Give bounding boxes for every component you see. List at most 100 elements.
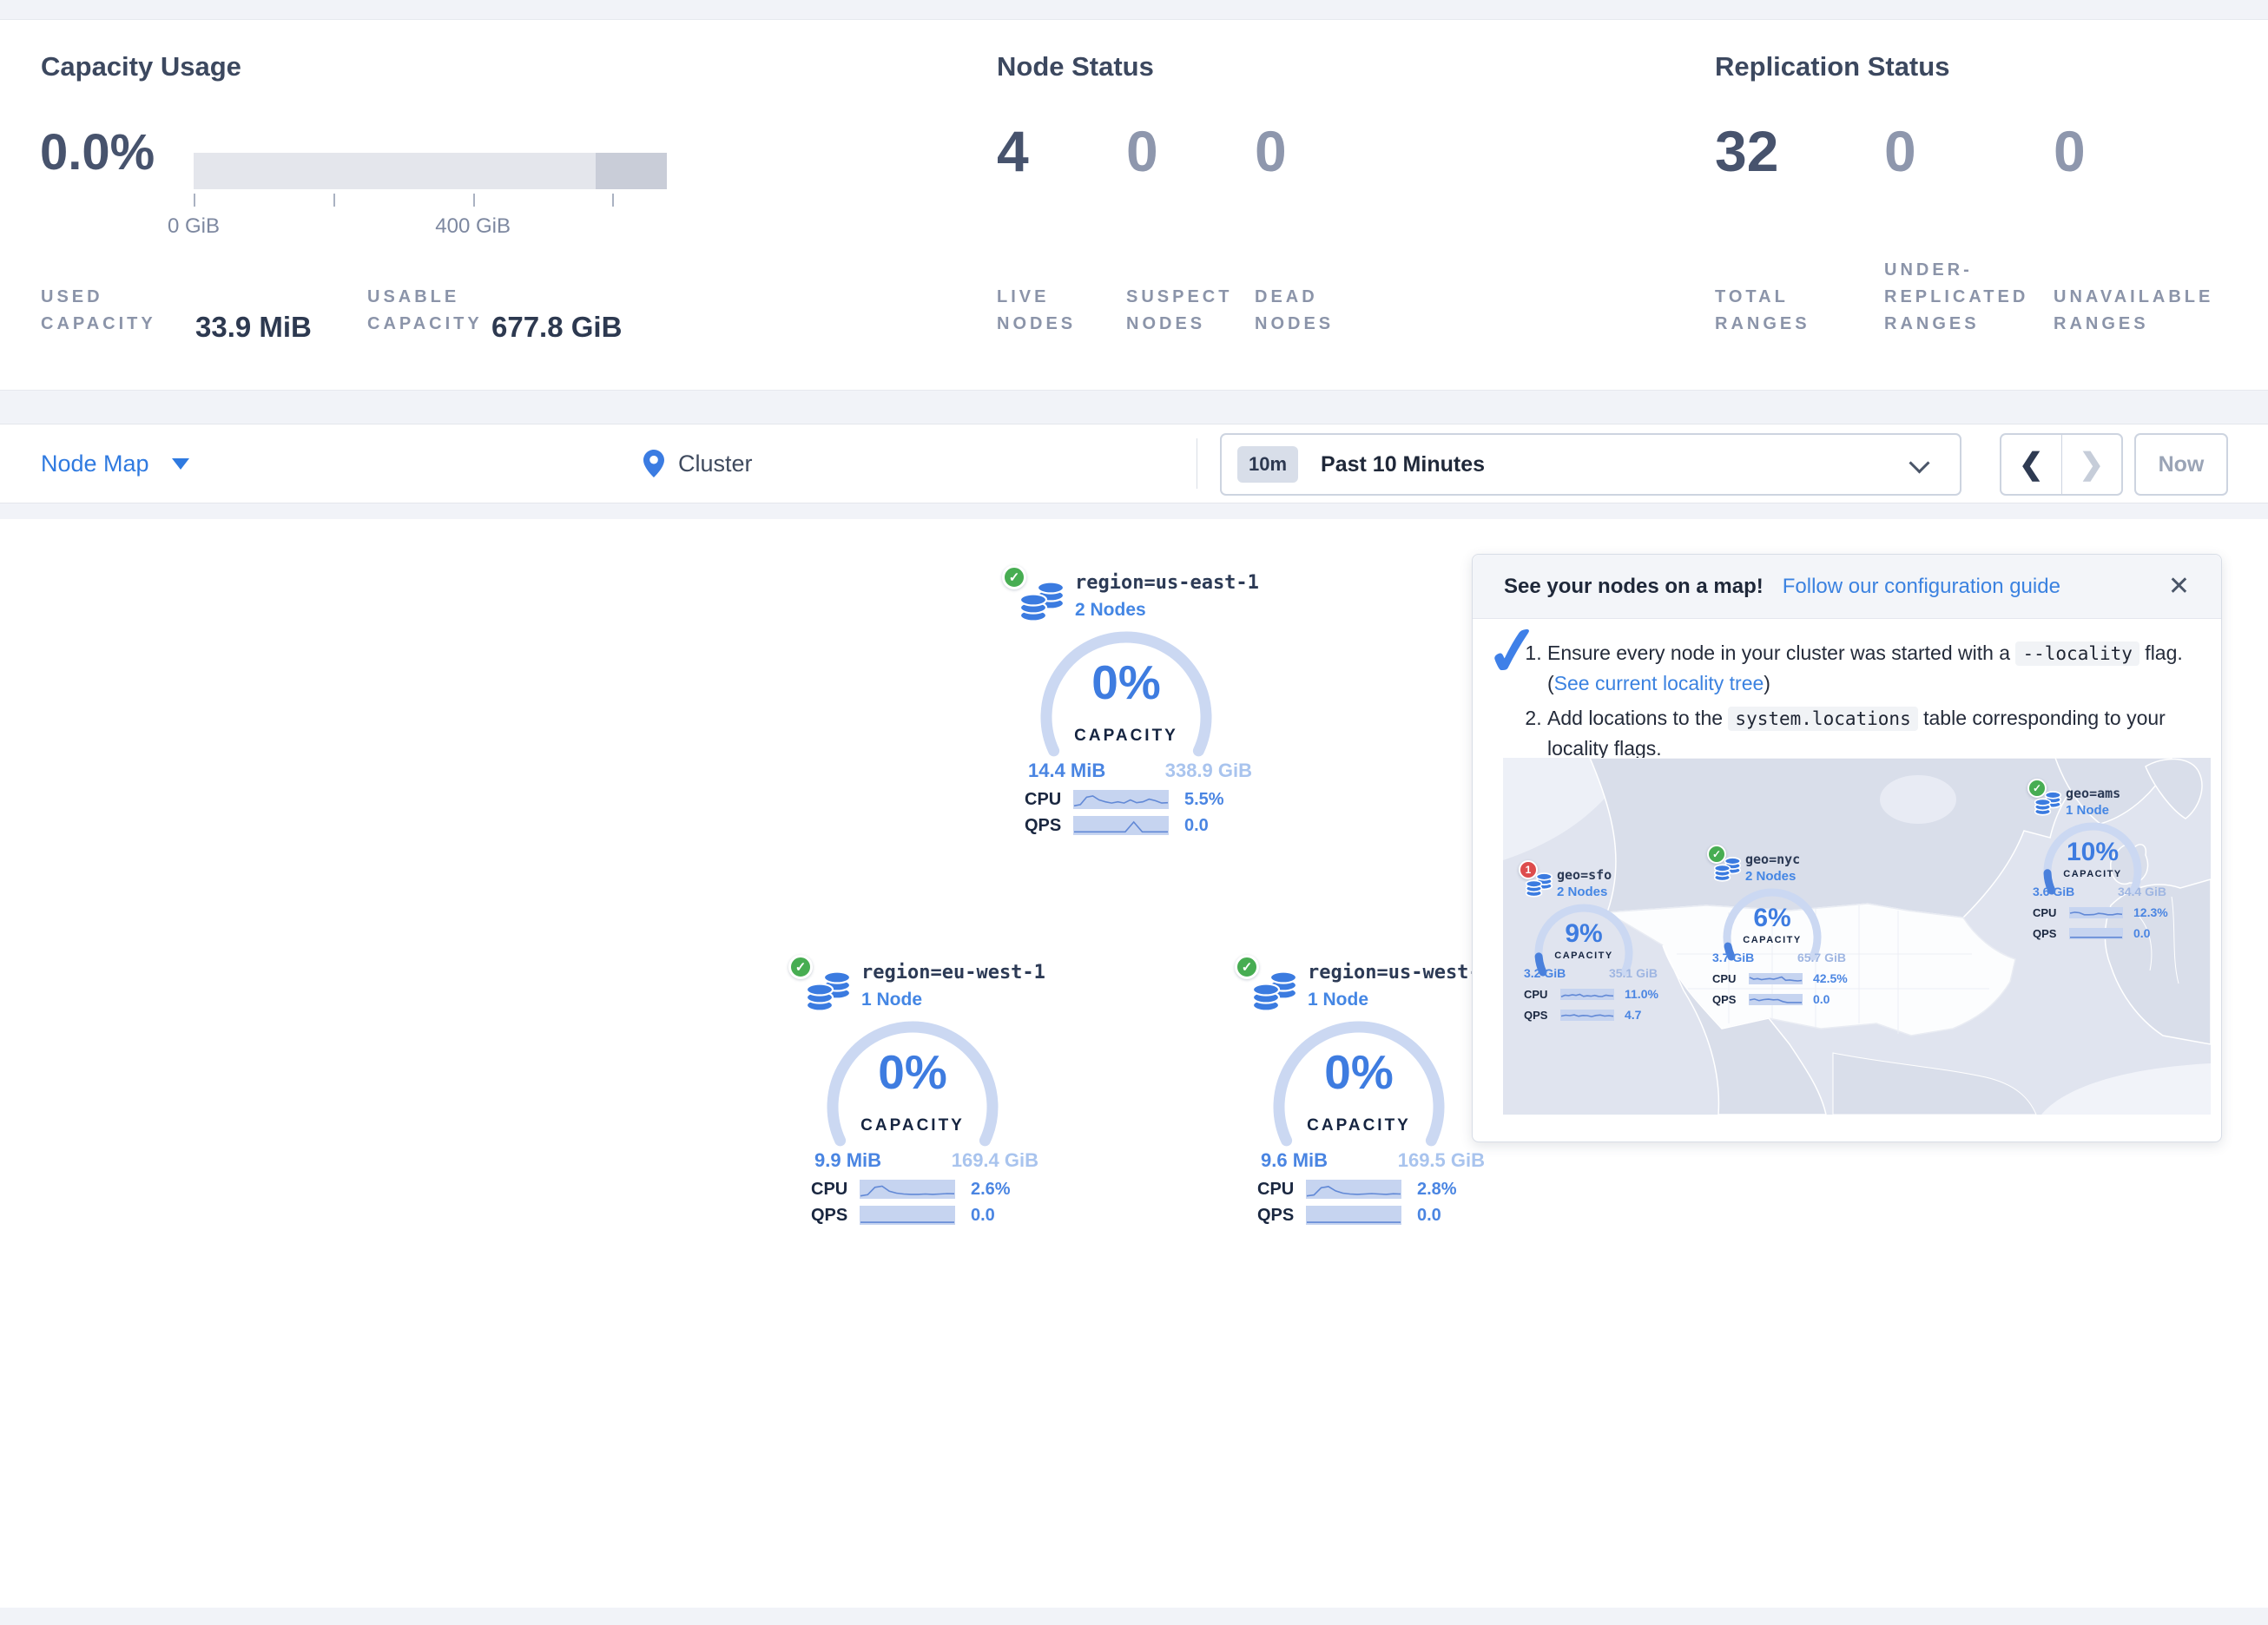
caret-down-icon [172,458,189,470]
capacity-axis-tick [612,194,614,207]
qps-sparkline [1560,1010,1614,1021]
qps-row: QPS 0.0 [811,1205,995,1226]
capacity-caption: CAPACITY [1519,951,1649,961]
capacity-axis-tick-label: 400 GiB [435,214,511,239]
breadcrumb[interactable]: Cluster [643,424,753,503]
capacity-percent: 0% [993,659,1259,707]
cpu-value: 5.5% [1184,790,1224,810]
time-prev-button[interactable]: ❮ [2001,435,2062,494]
qps-label: QPS [1712,993,1749,1006]
capacity-bar-axis: 0 GiB400 GiB [194,194,667,246]
cpu-label: CPU [1025,790,1073,810]
database-icon [2034,791,2062,817]
popup-header: See your nodes on a map! Follow our conf… [1473,555,2221,619]
locality-label: geo=ams [2066,786,2120,801]
inline-code: --locality [2015,641,2139,666]
unavailable-ranges-label: UNAVAILABLE RANGES [2054,284,2227,338]
qps-value: 0.0 [1417,1206,1441,1226]
popup-step: Ensure every node in your cluster was st… [1547,638,2195,698]
time-range-label: Past 10 Minutes [1321,452,1485,477]
map-toolbar: Node Map Cluster 10m Past 10 Minutes ❮ ❯… [0,424,2268,503]
node-group[interactable]: ✓ region=us-east-1 2 Nodes 0% CAPACITY 1… [993,562,1259,848]
suspect-nodes-count: 0 [1126,122,1158,180]
capacity-percent: 0% [780,1049,1045,1096]
used-capacity-value: 14.4 MiB [1028,760,1105,782]
node-count-label: 2 Nodes [1745,869,1796,884]
qps-row: QPS 0.0 [1712,992,1830,1006]
cpu-row: CPU 11.0% [1524,987,1658,1001]
capacity-percent: 10% [2027,839,2158,865]
locality-label: region=us-west-1 [1308,962,1492,984]
qps-sparkline [1306,1206,1401,1225]
time-range-dropdown[interactable]: 10m Past 10 Minutes [1220,433,1961,496]
node-status-title: Node Status [997,51,1154,82]
cpu-value: 2.6% [971,1180,1011,1200]
capacity-usage-title: Capacity Usage [41,51,241,82]
total-capacity-value: 169.4 GiB [952,1149,1038,1172]
capacity-percent: 9% [1519,921,1649,947]
popup-title: See your nodes on a map! [1504,575,1764,599]
locality-label: region=us-east-1 [1075,572,1259,594]
node-count-label: 2 Nodes [1557,885,1607,899]
cpu-row: CPU 2.8% [1257,1179,1457,1200]
node-count-label: 1 Node [2066,803,2109,818]
inline-code: system.locations [1728,707,1917,731]
qps-value: 4.7 [1625,1008,1641,1022]
cpu-row: CPU 5.5% [1025,789,1224,810]
page-bottom-strip [0,1608,2268,1625]
qps-value: 0.0 [971,1206,995,1226]
total-capacity-value: 169.5 GiB [1398,1149,1485,1172]
time-next-button[interactable]: ❯ [2062,435,2122,494]
node-count-label: 1 Node [861,990,922,1010]
cpu-label: CPU [811,1180,860,1200]
close-icon[interactable]: ✕ [2168,574,2190,600]
node-map-canvas: ✓ region=us-east-1 2 Nodes 0% CAPACITY 1… [0,519,2268,1608]
capacity-axis-tick-label: 0 GiB [168,214,220,239]
cpu-row: CPU 42.5% [1712,971,1848,985]
used-capacity-value: 3.2 GiB [1524,966,1566,980]
node-count-label: 1 Node [1308,990,1368,1010]
used-capacity-value: 33.9 MiB [195,312,312,341]
now-button[interactable]: Now [2134,433,2228,496]
suspect-nodes-label: SUSPECT NODES [1126,284,1256,338]
cpu-value: 2.8% [1417,1180,1457,1200]
replication-status-title: Replication Status [1715,51,1949,82]
database-icon [1252,970,1299,1014]
cpu-sparkline [1560,989,1614,1000]
cpu-sparkline [1749,973,1803,984]
database-icon [1019,581,1066,624]
qps-row: QPS 0.0 [1257,1205,1441,1226]
capacity-usage-percent: 0.0% [40,128,155,178]
qps-value: 0.0 [1184,816,1209,836]
cpu-sparkline [1073,790,1169,809]
node-count-label: 2 Nodes [1075,600,1146,621]
time-range-badge: 10m [1237,446,1298,483]
qps-sparkline [2069,928,2123,939]
chevron-down-icon [1909,452,1929,473]
qps-label: QPS [1524,1009,1560,1022]
locality-tree-link[interactable]: See current locality tree [1554,672,1764,694]
usable-capacity-value: 677.8 GiB [491,312,622,341]
qps-value: 0.0 [2133,926,2150,940]
node-group[interactable]: ✓ region=eu-west-1 1 Node 0% CAPACITY 9.… [780,951,1045,1238]
qps-label: QPS [811,1206,860,1226]
capacity-percent: 0% [1226,1049,1492,1096]
cpu-label: CPU [2033,906,2069,919]
node-group[interactable]: ✓ region=us-west-1 1 Node 0% CAPACITY 9.… [1226,951,1492,1238]
view-selector-dropdown[interactable]: Node Map [41,424,189,503]
locality-label: region=eu-west-1 [861,962,1045,984]
cpu-row: CPU 12.3% [2033,905,2168,919]
cpu-label: CPU [1257,1180,1306,1200]
map-node-group: ✓ geo=nyc 2 Nodes 6% CAPACITY 3.7 GiB 65… [1707,845,1855,1018]
cockroachdb-node-map-page: Capacity Usage 0.0% 0 GiB400 GiB USED CA… [0,0,2268,1625]
total-capacity-value: 35.1 GiB [1609,966,1658,980]
live-nodes-label: LIVE NODES [997,284,1127,338]
live-nodes-count: 4 [997,122,1029,180]
capacity-axis-tick [333,194,335,207]
database-icon [1714,857,1742,883]
capacity-caption: CAPACITY [780,1116,1045,1135]
capacity-caption: CAPACITY [993,727,1259,746]
qps-sparkline [1073,816,1169,835]
cpu-value: 42.5% [1813,971,1848,985]
configuration-guide-link[interactable]: Follow our configuration guide [1783,575,2060,599]
